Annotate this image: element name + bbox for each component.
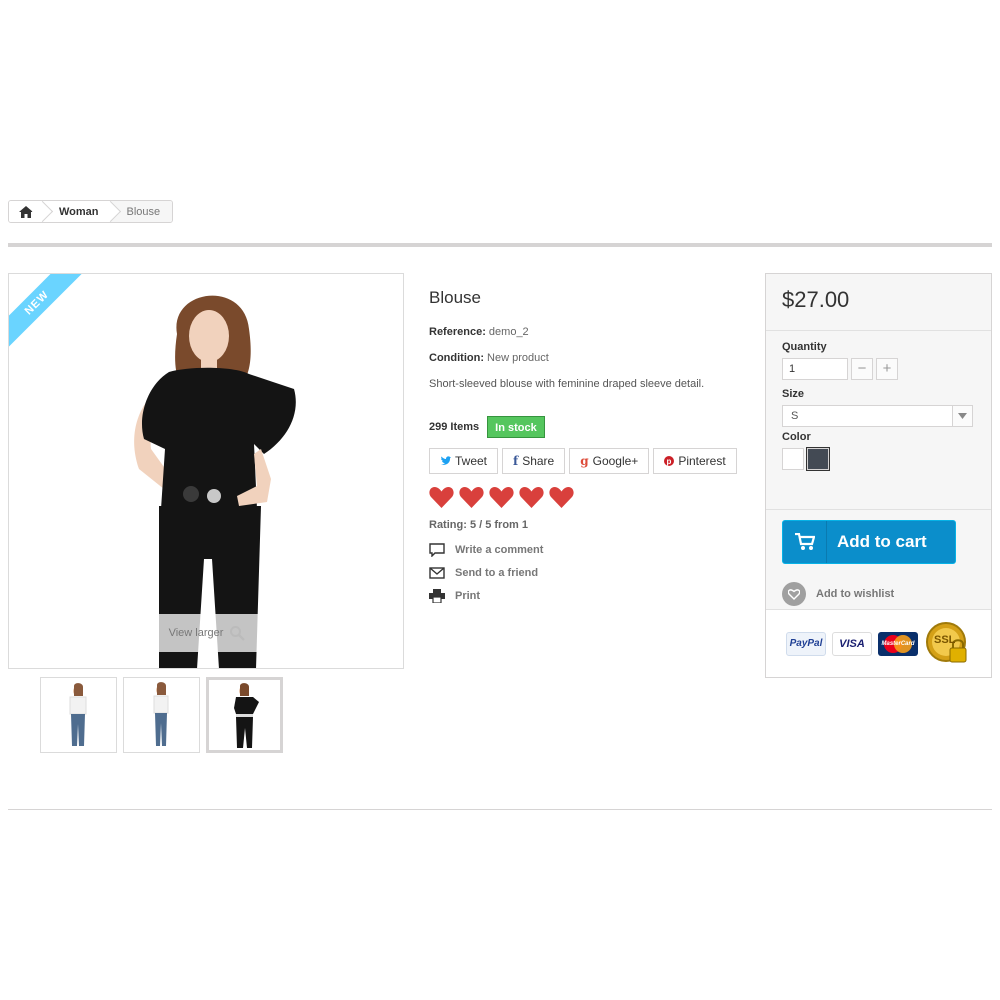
svg-text:p: p xyxy=(667,457,672,466)
rating-heart-icon xyxy=(459,486,484,508)
add-to-wishlist-link[interactable]: Add to wishlist xyxy=(782,582,894,606)
rating-heart-icon xyxy=(489,486,514,508)
breadcrumb: Woman Blouse xyxy=(8,200,174,223)
social-share: Tweet f Share g Google+ p Pinterest xyxy=(429,448,749,474)
pinterest-label: Pinterest xyxy=(678,454,726,468)
condition-label: Condition: xyxy=(429,352,484,364)
thumbnail[interactable] xyxy=(40,677,117,753)
send-to-friend-link[interactable]: Send to a friend xyxy=(429,567,749,579)
rating-heart-icon xyxy=(549,486,574,508)
color-label: Color xyxy=(782,431,811,443)
add-to-cart-button[interactable]: Add to cart xyxy=(782,520,956,564)
price: $27.00 xyxy=(782,287,850,312)
magnifier-icon xyxy=(230,626,246,641)
tweet-label: Tweet xyxy=(455,454,488,468)
color-swatch[interactable] xyxy=(806,447,830,471)
reference-value: demo_2 xyxy=(488,326,529,338)
quantity-input[interactable]: 1 xyxy=(782,358,848,380)
price-area: $27.00 xyxy=(766,274,991,331)
rating-heart-icon xyxy=(429,486,454,508)
mastercard-logo: MasterCard xyxy=(878,631,918,656)
thumbnail-active[interactable] xyxy=(206,677,283,753)
print-icon xyxy=(429,589,445,603)
googleplus-label: Google+ xyxy=(592,454,639,468)
envelope-icon xyxy=(429,567,445,579)
reference-line: Reference: demo_2 xyxy=(429,326,749,338)
breadcrumb-home[interactable] xyxy=(9,201,54,222)
stock-badge: In stock xyxy=(487,416,545,438)
breadcrumb-label: Blouse xyxy=(126,205,161,218)
reference-label: Reference: xyxy=(429,326,486,338)
size-select[interactable]: S xyxy=(782,405,973,427)
share-button[interactable]: f Share xyxy=(502,448,566,474)
pinterest-button[interactable]: p Pinterest xyxy=(653,448,737,474)
buy-box: $27.00 Quantity 1 − + Size S Color Add t… xyxy=(765,273,992,678)
print-link[interactable]: Print xyxy=(429,589,749,603)
pinterest-icon: p xyxy=(664,456,675,466)
product-description: Short-sleeved blouse with feminine drape… xyxy=(429,378,705,390)
tweet-button[interactable]: Tweet xyxy=(429,448,499,474)
add-to-cart-label: Add to cart xyxy=(837,532,927,551)
new-badge: NEW xyxy=(9,274,85,350)
plus-icon[interactable]: + xyxy=(876,358,898,380)
size-label: Size xyxy=(782,388,805,400)
view-larger-label: View larger xyxy=(168,627,224,639)
breadcrumb-label: Woman xyxy=(59,205,99,218)
googleplus-icon: g xyxy=(580,454,589,468)
print-label: Print xyxy=(455,590,481,602)
stock-row: 299 Items In stock xyxy=(429,416,749,438)
add-to-wishlist-label: Add to wishlist xyxy=(816,588,895,600)
color-swatches xyxy=(782,447,991,471)
condition-value: New product xyxy=(487,352,549,364)
payment-methods: PayPal VISA MasterCard SSL xyxy=(766,609,991,677)
product-image[interactable]: NEW View larger xyxy=(8,273,404,669)
quantity-stepper: 1 − + xyxy=(782,358,991,380)
send-to-friend-label: Send to a friend xyxy=(455,567,539,579)
write-comment-link[interactable]: Write a comment xyxy=(429,543,749,557)
quantity-label: Quantity xyxy=(782,341,827,353)
rating-hearts xyxy=(429,486,749,509)
thumbnail[interactable] xyxy=(123,677,200,753)
googleplus-button[interactable]: g Google+ xyxy=(569,448,650,474)
cart-icon xyxy=(783,521,827,563)
cart-area: Add to cart Add to wishlist xyxy=(766,509,991,609)
condition-line: Condition: New product xyxy=(429,352,749,364)
paypal-logo: PayPal xyxy=(786,631,826,656)
home-icon xyxy=(19,205,33,218)
thumbnail-image xyxy=(69,683,87,746)
divider xyxy=(8,243,992,247)
share-label: Share xyxy=(522,454,555,468)
rating-heart-icon xyxy=(519,486,544,508)
breadcrumb-item-woman[interactable]: Woman xyxy=(43,201,121,222)
size-value: S xyxy=(791,410,799,422)
write-comment-label: Write a comment xyxy=(455,544,544,556)
view-larger-button[interactable]: View larger xyxy=(149,614,265,652)
product-info: Blouse Reference: demo_2 Condition: New … xyxy=(429,288,749,603)
facebook-icon: f xyxy=(513,454,519,468)
twitter-icon xyxy=(441,456,451,465)
chevron-down-icon xyxy=(952,406,972,426)
thumbnail-image xyxy=(234,683,259,748)
thumbnail-image xyxy=(153,682,169,746)
items-count: 299 Items xyxy=(429,421,480,433)
rating-text: Rating: 5 / 5 from 1 xyxy=(429,519,529,531)
comment-icon xyxy=(429,543,445,557)
minus-icon[interactable]: − xyxy=(851,358,873,380)
color-swatch[interactable] xyxy=(782,448,804,470)
product-options: Quantity 1 − + Size S Color xyxy=(766,331,991,471)
visa-logo: VISA xyxy=(832,631,872,656)
ssl-seal: SSL xyxy=(924,621,968,666)
heart-icon xyxy=(782,582,806,606)
thumbnail-list xyxy=(40,677,283,753)
divider xyxy=(8,809,992,810)
product-title: Blouse xyxy=(429,288,481,307)
